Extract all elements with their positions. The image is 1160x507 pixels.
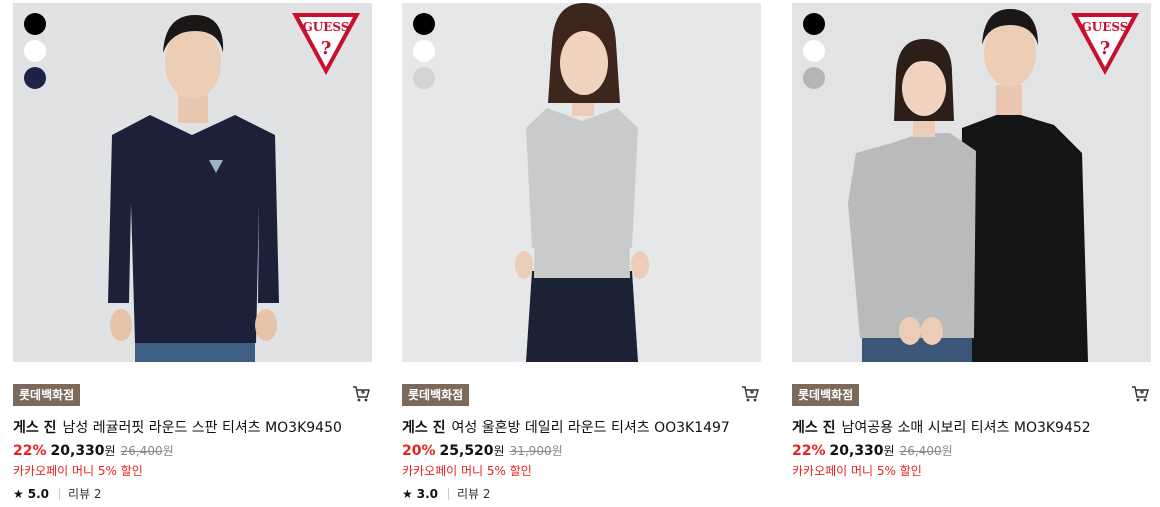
cart-icon[interactable] xyxy=(352,385,370,403)
svg-text:?: ? xyxy=(1100,38,1111,59)
product-title[interactable]: 게스 진 남성 레귤러핏 라운드 스판 티셔츠 MO3K9450 xyxy=(13,417,342,437)
color-swatch[interactable] xyxy=(24,40,46,62)
product-name: 여성 울혼방 데일리 라운드 티셔츠 OO3K1497 xyxy=(451,420,730,436)
color-swatch[interactable] xyxy=(413,67,435,89)
rating-row: ★ 5.0 리뷰 2 xyxy=(13,485,102,502)
guess-logo: GUESS ? xyxy=(1069,11,1141,81)
guess-logo: GUESS ? xyxy=(290,11,362,81)
discount-rate: 22% xyxy=(13,443,47,459)
sale-price: 25,520 xyxy=(439,443,494,459)
store-badge: 롯데백화점 xyxy=(402,384,470,406)
color-swatch[interactable] xyxy=(803,13,825,35)
sale-price: 20,330 xyxy=(829,443,884,459)
color-swatch[interactable] xyxy=(24,13,46,35)
cart-icon[interactable] xyxy=(1131,385,1149,403)
color-swatch[interactable] xyxy=(413,13,435,35)
product-card[interactable]: 롯데백화점 게스 진 여성 울혼방 데일리 라운드 티셔츠 OO3K1497 20… xyxy=(402,3,761,503)
star-icon: ★ xyxy=(13,486,24,501)
currency-unit: 원 xyxy=(104,444,116,458)
divider xyxy=(59,487,61,500)
review-count[interactable]: 리뷰 2 xyxy=(457,485,491,502)
color-swatches xyxy=(413,13,435,94)
price-row: 20% 25,520원 31,900원 xyxy=(402,442,563,459)
rating-score: 5.0 xyxy=(27,486,50,501)
product-card[interactable]: GUESS ? 롯데백화점 게스 진 남성 레귤러핏 라운드 스판 티셔츠 MO3… xyxy=(13,3,372,503)
original-price: 31,900 xyxy=(509,444,552,458)
currency-unit: 원 xyxy=(493,444,505,458)
store-badge: 롯데백화점 xyxy=(792,384,860,406)
currency-unit: 원 xyxy=(883,444,895,458)
star-icon: ★ xyxy=(402,486,413,501)
product-title[interactable]: 게스 진 남여공용 소매 시보리 티셔츠 MO3K9452 xyxy=(792,417,1091,437)
original-price: 26,400 xyxy=(120,444,163,458)
product-image[interactable]: GUESS ? xyxy=(13,3,372,362)
logo-text: GUESS xyxy=(303,20,350,34)
original-price: 26,400 xyxy=(899,444,942,458)
product-brand: 게스 진 xyxy=(402,420,446,436)
sale-price: 20,330 xyxy=(50,443,105,459)
discount-rate: 20% xyxy=(402,443,436,459)
discount-rate: 22% xyxy=(792,443,826,459)
cart-icon[interactable] xyxy=(741,385,759,403)
review-count[interactable]: 리뷰 2 xyxy=(68,485,102,502)
original-currency-unit: 원 xyxy=(162,444,174,458)
logo-text: GUESS xyxy=(1082,20,1129,34)
guess-triangle-logo: GUESS ? xyxy=(1071,13,1139,75)
store-badge: 롯데백화점 xyxy=(13,384,81,406)
color-swatches xyxy=(803,13,825,94)
product-card[interactable]: GUESS ? 롯데백화점 게스 진 남여공용 소매 시보리 티셔츠 MO3K94… xyxy=(792,3,1151,503)
promo-text: 카카오페이 머니 5% 할인 xyxy=(792,464,922,478)
product-photo-woman-gray-tee xyxy=(402,3,761,362)
color-swatch[interactable] xyxy=(24,67,46,89)
product-brand: 게스 진 xyxy=(13,420,57,436)
rating-score: 3.0 xyxy=(416,486,439,501)
price-row: 22% 20,330원 26,400원 xyxy=(13,442,174,459)
product-title[interactable]: 게스 진 여성 울혼방 데일리 라운드 티셔츠 OO3K1497 xyxy=(402,417,730,437)
original-currency-unit: 원 xyxy=(551,444,563,458)
product-name: 남성 레귤러핏 라운드 스판 티셔츠 MO3K9450 xyxy=(62,420,342,436)
rating-row: ★ 3.0 리뷰 2 xyxy=(402,485,491,502)
original-currency-unit: 원 xyxy=(941,444,953,458)
price-row: 22% 20,330원 26,400원 xyxy=(792,442,953,459)
product-image[interactable] xyxy=(402,3,761,362)
guess-triangle-logo: GUESS ? xyxy=(292,13,360,75)
promo-text: 카카오페이 머니 5% 할인 xyxy=(402,464,532,478)
color-swatches xyxy=(24,13,46,94)
product-image[interactable]: GUESS ? xyxy=(792,3,1151,362)
divider xyxy=(448,487,450,500)
product-brand: 게스 진 xyxy=(792,420,836,436)
product-name: 남여공용 소매 시보리 티셔츠 MO3K9452 xyxy=(841,420,1091,436)
color-swatch[interactable] xyxy=(803,67,825,89)
color-swatch[interactable] xyxy=(413,40,435,62)
promo-text: 카카오페이 머니 5% 할인 xyxy=(13,464,143,478)
color-swatch[interactable] xyxy=(803,40,825,62)
svg-text:?: ? xyxy=(321,38,332,59)
